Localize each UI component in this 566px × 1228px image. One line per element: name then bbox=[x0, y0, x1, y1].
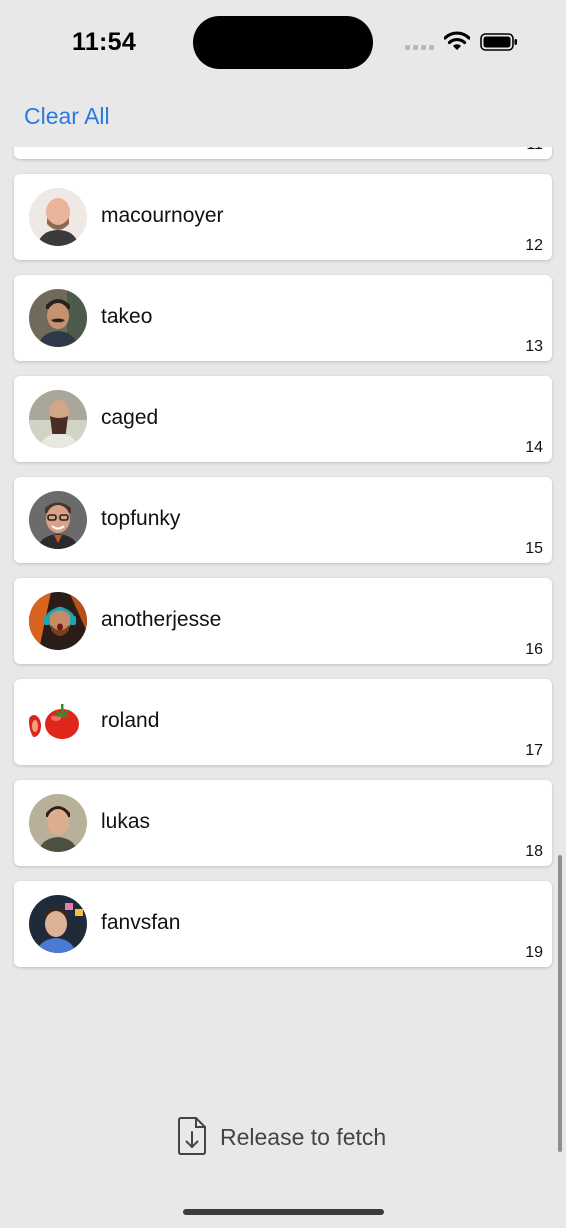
list-item[interactable]: 11 bbox=[14, 147, 552, 159]
username: anotherjesse bbox=[101, 608, 222, 631]
username: topfunky bbox=[101, 507, 181, 530]
list-item[interactable]: caged 14 bbox=[14, 376, 552, 462]
battery-icon bbox=[480, 33, 517, 51]
user-list: 11 macournoyer 12 bbox=[14, 147, 552, 982]
vertical-scrollbar[interactable] bbox=[558, 855, 562, 1152]
item-index: 11 bbox=[526, 147, 543, 154]
cellular-signal-icon bbox=[405, 45, 434, 50]
item-index: 19 bbox=[525, 944, 543, 961]
list-item[interactable]: macournoyer 12 bbox=[14, 174, 552, 260]
list-item[interactable]: fanvsfan 19 bbox=[14, 881, 552, 967]
avatar bbox=[29, 188, 87, 246]
avatar bbox=[29, 390, 87, 448]
avatar bbox=[29, 592, 87, 650]
item-index: 16 bbox=[525, 641, 543, 658]
item-index: 18 bbox=[525, 843, 543, 860]
username: macournoyer bbox=[101, 204, 224, 227]
list-item[interactable]: topfunky 15 bbox=[14, 477, 552, 563]
item-index: 12 bbox=[525, 237, 543, 254]
item-index: 17 bbox=[525, 742, 543, 759]
list-item[interactable]: roland 17 bbox=[14, 679, 552, 765]
clear-all-button[interactable]: Clear All bbox=[24, 103, 110, 130]
wifi-icon bbox=[444, 31, 470, 50]
username: takeo bbox=[101, 305, 153, 328]
item-index: 15 bbox=[525, 540, 543, 557]
avatar bbox=[29, 491, 87, 549]
avatar bbox=[29, 693, 87, 751]
username: roland bbox=[101, 709, 160, 732]
username: lukas bbox=[101, 810, 151, 833]
item-index: 14 bbox=[525, 439, 543, 456]
status-bar: 11:54 bbox=[0, 0, 566, 88]
status-time: 11:54 bbox=[72, 28, 137, 56]
list-item[interactable]: lukas 18 bbox=[14, 780, 552, 866]
list-item[interactable]: takeo 13 bbox=[14, 275, 552, 361]
document-download-icon bbox=[178, 1117, 206, 1155]
user-list-scroll-view[interactable]: 11 macournoyer 12 bbox=[0, 147, 566, 1228]
home-indicator[interactable] bbox=[183, 1209, 384, 1215]
username: fanvsfan bbox=[101, 911, 181, 934]
item-index: 13 bbox=[525, 338, 543, 355]
username: caged bbox=[101, 406, 159, 429]
avatar bbox=[29, 289, 87, 347]
dynamic-island bbox=[193, 16, 373, 69]
avatar bbox=[29, 794, 87, 852]
list-item[interactable]: anotherjesse 16 bbox=[14, 578, 552, 664]
app-screen: 11:54 Clear All 11 bbox=[0, 0, 566, 1228]
release-to-fetch-label: Release to fetch bbox=[220, 1124, 387, 1150]
avatar bbox=[29, 895, 87, 953]
